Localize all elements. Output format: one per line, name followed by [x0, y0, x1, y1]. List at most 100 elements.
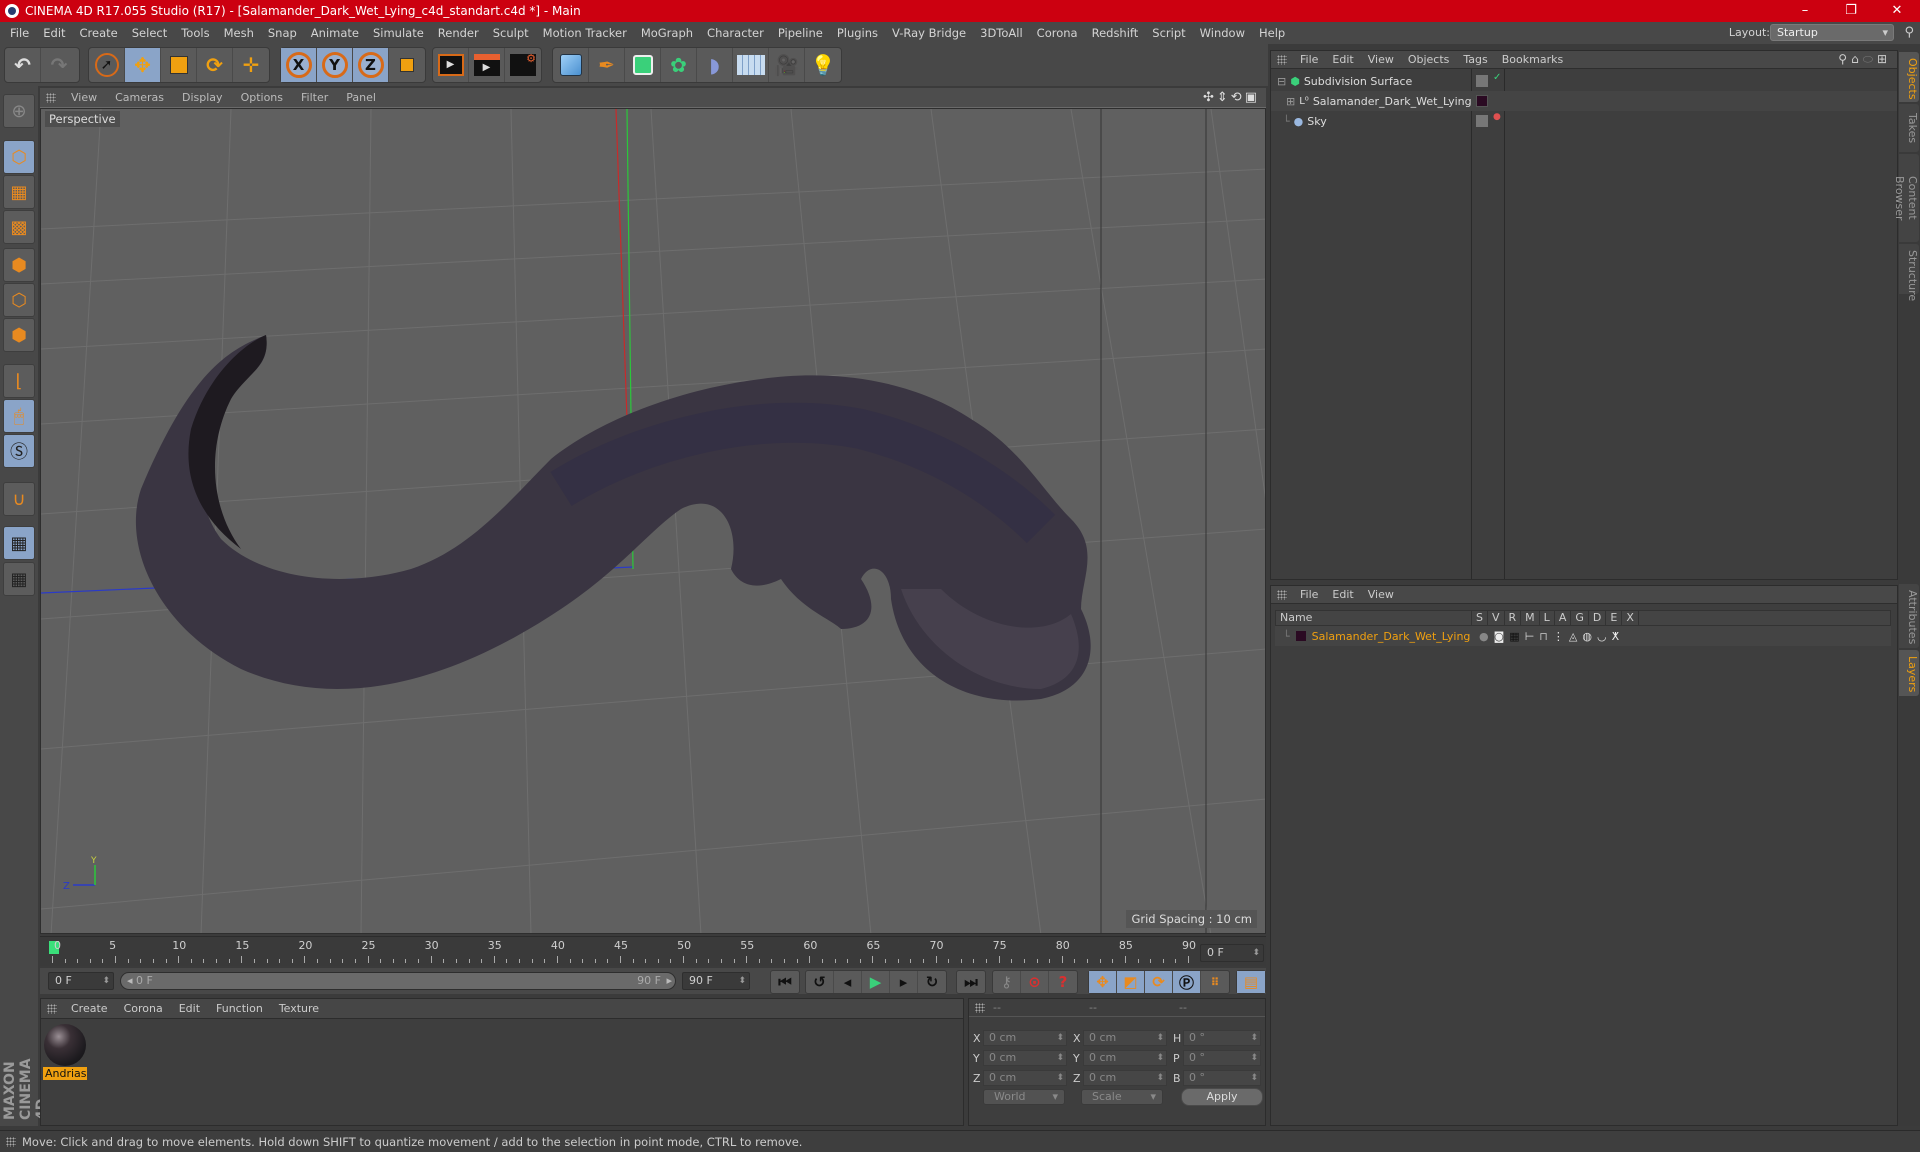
expressions-icon[interactable]: ◡	[1597, 630, 1612, 643]
coordinate-system-icon[interactable]	[389, 48, 425, 82]
solo-icon[interactable]: Ⓢ	[3, 434, 35, 468]
size-z-field[interactable]: 0 cm	[1083, 1070, 1167, 1086]
rotation-p-field[interactable]: 0 °	[1183, 1050, 1261, 1066]
column-visible[interactable]: V	[1488, 611, 1505, 625]
key-parameter-icon[interactable]: Ⓟ	[1173, 971, 1201, 993]
render-icon[interactable]: ▦	[1509, 630, 1524, 643]
go-to-start-icon[interactable]: ⏮	[771, 971, 799, 993]
om-menu-tags[interactable]: Tags	[1456, 53, 1494, 66]
column-solo[interactable]: S	[1472, 611, 1488, 625]
zoom-view-icon[interactable]: ⇕	[1217, 90, 1231, 105]
menu-window[interactable]: Window	[1193, 26, 1252, 40]
maximize-view-icon[interactable]: ▣	[1245, 90, 1260, 105]
collapse-icon[interactable]: ⊟	[1277, 75, 1286, 88]
menu-select[interactable]: Select	[125, 26, 174, 40]
position-y-field[interactable]: 0 cm	[983, 1050, 1067, 1066]
generators-icon[interactable]: ◬	[1569, 630, 1582, 643]
coordinate-space-select[interactable]: World	[983, 1089, 1065, 1105]
object-name[interactable]: Salamander_Dark_Wet_Lying	[1313, 95, 1472, 108]
menu-sculpt[interactable]: Sculpt	[486, 26, 536, 40]
end-frame-field[interactable]: 90 F ⬍	[682, 972, 750, 990]
move-icon[interactable]: ✥	[125, 48, 161, 82]
workplane-icon[interactable]: ▩	[3, 210, 35, 244]
lm-menu-edit[interactable]: Edit	[1325, 588, 1360, 601]
camera-icon[interactable]: 🎥	[769, 48, 805, 82]
viewport-menu-filter[interactable]: Filter	[292, 91, 337, 104]
position-x-field[interactable]: 0 cm	[983, 1030, 1067, 1046]
redo-icon[interactable]: ↷	[41, 48, 77, 82]
model-mode-icon[interactable]: ⬡	[3, 140, 35, 174]
live-select-icon[interactable]: ➚	[89, 48, 125, 82]
play-icon[interactable]: ▶	[862, 971, 890, 993]
column-name[interactable]: Name	[1276, 611, 1472, 625]
home-icon[interactable]: ⌂	[1851, 52, 1863, 66]
subdivision-surface-icon[interactable]	[625, 48, 661, 82]
column-expressions[interactable]: E	[1606, 611, 1623, 625]
deformers-icon[interactable]: ◍	[1582, 630, 1597, 643]
timeline-window-icon[interactable]: ▤	[1237, 971, 1265, 993]
viewport-menu-view[interactable]: View	[62, 91, 106, 104]
material-menu-edit[interactable]: Edit	[171, 1002, 208, 1015]
column-xref[interactable]: X	[1622, 611, 1639, 625]
next-frame-icon[interactable]: ▸	[890, 971, 918, 993]
render-settings-icon[interactable]: ⚙	[505, 48, 541, 82]
cube-icon[interactable]	[553, 48, 589, 82]
make-editable-icon[interactable]: ⊕	[3, 94, 35, 128]
visible-icon[interactable]: ◙	[1494, 630, 1510, 643]
menu-motion-tracker[interactable]: Motion Tracker	[536, 26, 634, 40]
key-scale-icon[interactable]: ◩	[1117, 971, 1145, 993]
edges-mode-icon[interactable]: ⬡	[3, 283, 35, 317]
panel-grip-icon[interactable]	[1277, 54, 1287, 65]
column-manager[interactable]: M	[1521, 611, 1540, 625]
minimize-button[interactable]: –	[1782, 0, 1828, 22]
layer-color-swatch[interactable]	[1476, 95, 1488, 107]
keyframe-selection-icon[interactable]: ⚷	[993, 971, 1021, 993]
x-axis-icon[interactable]: X	[281, 48, 317, 82]
render-picture-viewer-icon[interactable]: ▶	[469, 48, 505, 82]
tab-attributes[interactable]: Attributes	[1899, 584, 1919, 648]
start-frame-field[interactable]: 0 F ⬍	[48, 972, 114, 990]
record-help-icon[interactable]: ?	[1049, 971, 1077, 993]
menu-character[interactable]: Character	[700, 26, 771, 40]
menu-help[interactable]: Help	[1252, 26, 1292, 40]
menu-redshift[interactable]: Redshift	[1085, 26, 1146, 40]
panel-grip-icon[interactable]	[975, 1002, 985, 1013]
snap-icon[interactable]: ∪	[3, 482, 35, 516]
autokey-icon[interactable]: ⊙	[1021, 971, 1049, 993]
column-render[interactable]: R	[1505, 611, 1522, 625]
om-menu-edit[interactable]: Edit	[1325, 53, 1360, 66]
points-mode-icon[interactable]: ⬢	[3, 248, 35, 282]
menu-edit[interactable]: Edit	[36, 26, 72, 40]
key-pla-icon[interactable]: ⠿	[1201, 971, 1229, 993]
menu-file[interactable]: File	[3, 26, 36, 40]
animation-icon[interactable]: ⋮	[1553, 630, 1569, 643]
lock-icon[interactable]: ⊓	[1539, 630, 1553, 643]
xref-icon[interactable]: ⵅ	[1612, 630, 1624, 643]
search-icon[interactable]: ⚲	[1904, 25, 1914, 40]
scale-icon[interactable]	[161, 48, 197, 82]
column-animation[interactable]: A	[1555, 611, 1572, 625]
menu-render[interactable]: Render	[431, 26, 486, 40]
material-swatch[interactable]: Andrias	[43, 1023, 87, 1081]
position-z-field[interactable]: 0 cm	[983, 1070, 1067, 1086]
undo-icon[interactable]: ↶	[5, 48, 41, 82]
3d-viewport[interactable]: Y Z Perspective Grid Spacing : 10 cm	[40, 108, 1266, 934]
size-y-field[interactable]: 0 cm	[1083, 1050, 1167, 1066]
object-row[interactable]: ⊞ L⁰ Salamander_Dark_Wet_Lying	[1271, 91, 1897, 111]
menu-animate[interactable]: Animate	[304, 26, 366, 40]
panel-grip-icon[interactable]	[46, 92, 56, 103]
restore-button[interactable]: ❐	[1828, 0, 1874, 22]
coordinate-mode-select[interactable]: Scale	[1081, 1089, 1163, 1105]
menu-mograph[interactable]: MoGraph	[634, 26, 700, 40]
material-menu-corona[interactable]: Corona	[116, 1002, 171, 1015]
manager-icon[interactable]: ⊢	[1525, 630, 1540, 643]
enabled-check-icon[interactable]: ✓	[1493, 72, 1501, 83]
render-view-icon[interactable]: ▶	[433, 48, 469, 82]
menu-mesh[interactable]: Mesh	[217, 26, 261, 40]
viewport-menu-display[interactable]: Display	[173, 91, 232, 104]
layer-tag-icon[interactable]	[1476, 115, 1488, 127]
cloner-icon[interactable]: ✿	[661, 48, 697, 82]
previous-key-icon[interactable]: ↺	[806, 971, 834, 993]
menu-vray-bridge[interactable]: V-Ray Bridge	[885, 26, 973, 40]
previous-frame-icon[interactable]: ◂	[834, 971, 862, 993]
